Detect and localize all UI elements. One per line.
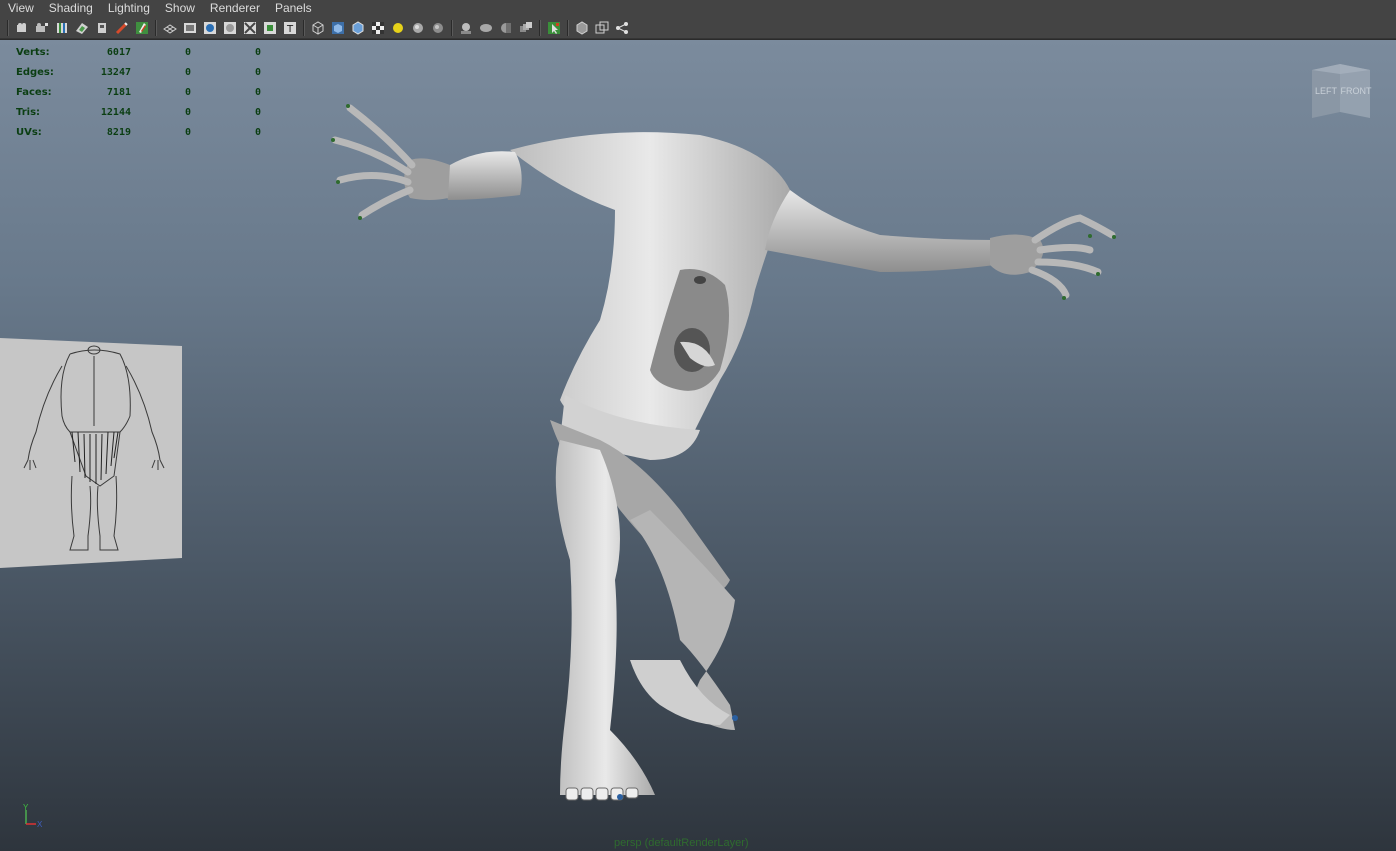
bookmarks-icon[interactable] bbox=[54, 20, 70, 36]
toolbar-separator bbox=[567, 19, 569, 36]
image-plane-icon[interactable] bbox=[74, 20, 90, 36]
front-foot-marker bbox=[617, 794, 623, 800]
left-arm-shape bbox=[444, 151, 522, 200]
front-toes bbox=[565, 787, 639, 801]
viewport-menubar: View Shading Lighting Show Renderer Pane… bbox=[0, 0, 1396, 17]
right-arm-shape bbox=[765, 190, 995, 272]
resolution-gate-icon[interactable] bbox=[182, 20, 198, 36]
viewcube[interactable]: LEFT FRONT bbox=[1306, 62, 1376, 124]
safe-action-icon[interactable] bbox=[242, 20, 258, 36]
axis-gizmo: Y X bbox=[23, 803, 43, 829]
toolbar-separator bbox=[155, 19, 157, 36]
use-all-lights-icon[interactable] bbox=[390, 20, 406, 36]
torso-shape bbox=[510, 132, 790, 444]
left-claws bbox=[331, 104, 362, 220]
menu-view[interactable]: View bbox=[0, 0, 41, 17]
menu-shading[interactable]: Shading bbox=[41, 0, 100, 17]
safe-title-icon[interactable] bbox=[262, 20, 278, 36]
left-fingers bbox=[331, 104, 416, 219]
xray-icon[interactable] bbox=[518, 20, 534, 36]
viewcube-front-face[interactable]: FRONT bbox=[1341, 86, 1372, 96]
text-overlay-icon[interactable]: T bbox=[282, 20, 298, 36]
wireframe-icon[interactable] bbox=[310, 20, 326, 36]
xray-active-components-icon[interactable] bbox=[574, 20, 590, 36]
toolbar-separator bbox=[303, 19, 305, 36]
select-camera-icon[interactable] bbox=[14, 20, 30, 36]
field-chart-icon[interactable] bbox=[222, 20, 238, 36]
toolbar-separator bbox=[539, 19, 541, 36]
menu-renderer[interactable]: Renderer bbox=[202, 0, 267, 17]
creature-eye bbox=[694, 276, 706, 284]
viewcube-left-face[interactable]: LEFT bbox=[1315, 86, 1338, 96]
camera-name-label: persp (defaultRenderLayer) bbox=[614, 837, 749, 849]
depth-of-field-icon[interactable] bbox=[498, 20, 514, 36]
creature-model[interactable] bbox=[0, 40, 1396, 851]
menu-show[interactable]: Show bbox=[157, 0, 202, 17]
grease-pencil-icon[interactable] bbox=[114, 20, 130, 36]
2d-pan-zoom-icon[interactable] bbox=[94, 20, 110, 36]
smooth-shade-icon[interactable] bbox=[330, 20, 346, 36]
toolbar-separator bbox=[451, 19, 453, 36]
camera-attributes-icon[interactable] bbox=[34, 20, 50, 36]
film-gate-icon[interactable] bbox=[162, 20, 178, 36]
wireframe-on-shaded-icon[interactable] bbox=[350, 20, 366, 36]
panel-toolbar: T bbox=[0, 17, 1396, 39]
3d-viewport[interactable]: Verts: 6017 0 0 Edges: 13247 0 0 Faces: … bbox=[0, 40, 1396, 851]
menu-lighting[interactable]: Lighting bbox=[100, 0, 157, 17]
menu-panels[interactable]: Panels bbox=[267, 0, 319, 17]
shadows-icon[interactable] bbox=[410, 20, 426, 36]
textured-icon[interactable] bbox=[370, 20, 386, 36]
right-fingers bbox=[1028, 214, 1116, 299]
gate-mask-icon[interactable] bbox=[202, 20, 218, 36]
multisample-aa-icon[interactable] bbox=[478, 20, 494, 36]
back-foot-marker bbox=[732, 715, 738, 721]
grid-icon[interactable] bbox=[134, 20, 150, 36]
svg-text:T: T bbox=[286, 24, 294, 35]
xray-joints-icon[interactable] bbox=[594, 20, 610, 36]
toolbar-separator bbox=[7, 19, 9, 36]
screen-space-ao-icon[interactable] bbox=[430, 20, 446, 36]
isolate-select-icon[interactable] bbox=[546, 20, 562, 36]
axis-y-label: Y bbox=[23, 803, 29, 812]
motion-blur-icon[interactable] bbox=[458, 20, 474, 36]
hypershade-graph-icon[interactable] bbox=[614, 20, 630, 36]
axis-x-label: X bbox=[37, 820, 43, 829]
